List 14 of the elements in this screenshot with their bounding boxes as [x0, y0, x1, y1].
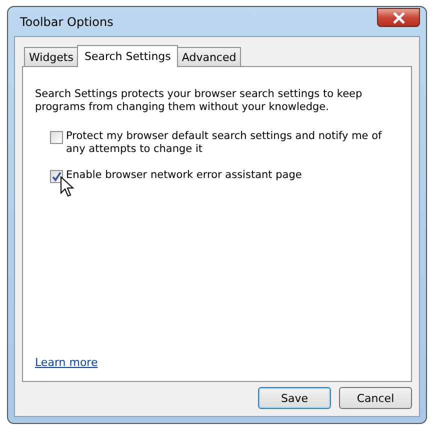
- tab[interactable]: Advanced: [176, 47, 242, 66]
- tab[interactable]: Search Settings: [77, 45, 178, 67]
- checkbox-label[interactable]: Protect my browser default search settings and notify me of any attempts to change it: [66, 130, 399, 156]
- checkbox[interactable]: [50, 170, 63, 183]
- description-text: Search Settings protects your browser search settings to keep programs from changing them without your knowledge.: [35, 88, 364, 114]
- tab[interactable]: Widgets: [24, 47, 78, 66]
- dialog-button[interactable]: Cancel: [339, 387, 412, 409]
- dialog-button[interactable]: Save: [258, 387, 331, 409]
- close-button[interactable]: [377, 8, 420, 27]
- checkbox-label[interactable]: Enable browser network error assistant page: [66, 169, 399, 182]
- window-title: Toolbar Options: [19, 14, 114, 28]
- close-icon: [392, 12, 406, 24]
- learn-more-link[interactable]: Learn more: [35, 356, 98, 369]
- checkbox[interactable]: [50, 131, 63, 144]
